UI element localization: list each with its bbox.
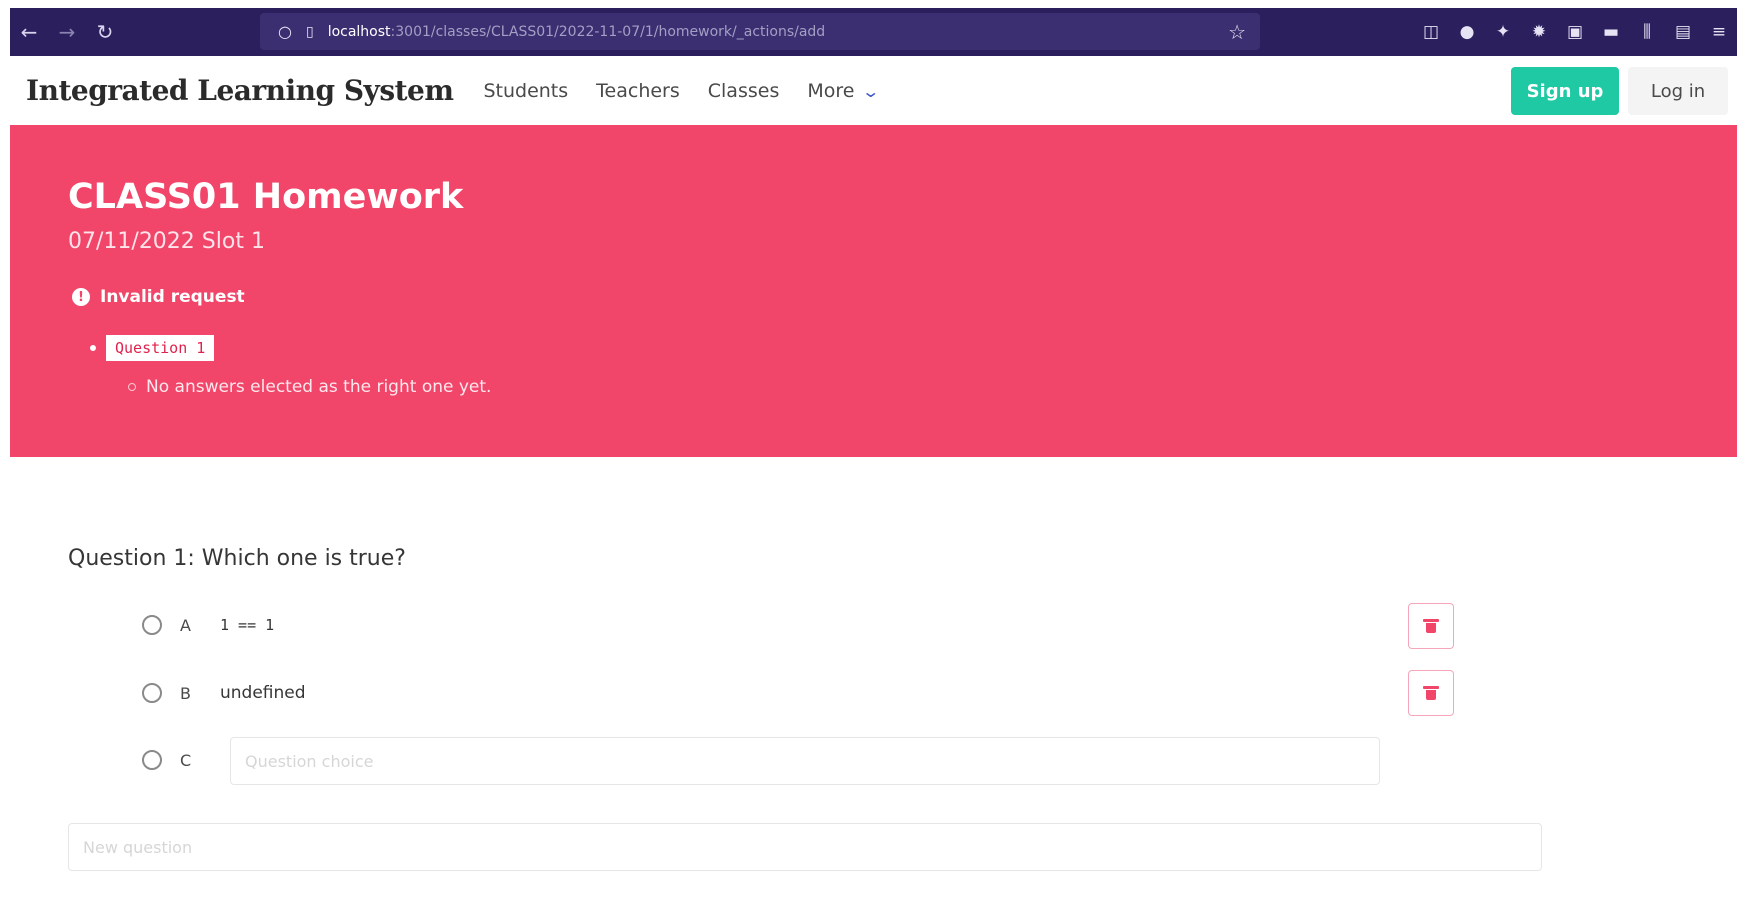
choice-radio-c[interactable] (142, 750, 162, 770)
choice-letter: C (180, 750, 192, 770)
nav-teachers[interactable]: Teachers (596, 80, 680, 102)
library-icon[interactable]: ⫼ (1629, 22, 1665, 42)
hero-banner: CLASS01 Homework 07/11/2022 Slot 1 ! Inv… (10, 125, 1737, 457)
error-list-item: Question 1 (90, 335, 215, 361)
bullet-ring (128, 383, 136, 391)
reload-icon[interactable]: ↻ (86, 20, 124, 44)
error-field-tag: Question 1 (106, 335, 215, 361)
url-text[interactable]: localhost:3001/classes/CLASS01/2022-11-0… (328, 24, 826, 40)
shield-icon: ○ (278, 22, 292, 41)
delete-choice-a-button[interactable] (1408, 603, 1454, 649)
site-navbar: Integrated Learning System Students Teac… (10, 56, 1737, 126)
extension-notion-icon[interactable]: ▣ (1557, 22, 1593, 42)
choice-row-b: B undefined (142, 683, 306, 703)
brand-logo[interactable]: Integrated Learning System (26, 74, 454, 107)
trash-icon (1423, 686, 1439, 700)
choice-letter: A (180, 615, 191, 635)
choice-text: 1 == 1 (220, 616, 275, 634)
nav-more-label: More (807, 79, 855, 102)
forward-icon[interactable]: → (48, 20, 86, 44)
address-bar[interactable]: ○ ▯ localhost:3001/classes/CLASS01/2022-… (260, 13, 1260, 50)
extension-gear-icon[interactable]: ✹ (1521, 22, 1557, 42)
chevron-down-icon: ⌄ (861, 81, 881, 101)
extensions-toolbar: ◫ ● ✦ ✹ ▣ ▬ ⫼ ▤ ≡ (1413, 8, 1737, 56)
browser-toolbar: ← → ↻ ○ ▯ localhost:3001/classes/CLASS01… (10, 8, 1737, 56)
nav-students[interactable]: Students (483, 80, 568, 102)
extension-m-icon[interactable]: ● (1449, 22, 1485, 42)
choice-text: undefined (220, 683, 306, 703)
menu-icon[interactable]: ≡ (1701, 22, 1737, 42)
back-icon[interactable]: ← (10, 20, 48, 44)
signup-button[interactable]: Sign up (1511, 67, 1619, 115)
exclamation-icon: ! (72, 288, 90, 306)
error-sub-item: No answers elected as the right one yet. (128, 377, 491, 397)
error-title: Invalid request (100, 287, 245, 307)
login-button[interactable]: Log in (1628, 67, 1728, 115)
delete-choice-b-button[interactable] (1408, 670, 1454, 716)
bullet-dot (90, 345, 96, 351)
page-icon: ▯ (305, 23, 314, 40)
error-summary: ! Invalid request (72, 287, 245, 307)
page-title: CLASS01 Homework (68, 177, 464, 217)
reader-icon[interactable]: ▤ (1665, 22, 1701, 42)
new-choice-input[interactable] (230, 737, 1380, 785)
nav-more[interactable]: More ⌄ (807, 79, 881, 102)
choice-radio-b[interactable] (142, 683, 162, 703)
choice-radio-a[interactable] (142, 615, 162, 635)
nav-classes[interactable]: Classes (708, 80, 780, 102)
new-question-input[interactable] (68, 823, 1542, 871)
extension-puzzle-icon[interactable]: ✦ (1485, 22, 1521, 42)
bookmark-star-icon[interactable]: ☆ (1228, 20, 1246, 44)
extension-link-icon[interactable]: ▬ (1593, 22, 1629, 42)
error-message: No answers elected as the right one yet. (146, 377, 492, 397)
choice-letter: B (180, 683, 191, 703)
page-subtitle: 07/11/2022 Slot 1 (68, 229, 265, 254)
question-title: Question 1: Which one is true? (68, 546, 406, 571)
choice-row-a: A 1 == 1 (142, 615, 274, 635)
trash-icon (1423, 619, 1439, 633)
choice-row-c: C (142, 750, 202, 770)
pocket-icon[interactable]: ◫ (1413, 22, 1449, 42)
